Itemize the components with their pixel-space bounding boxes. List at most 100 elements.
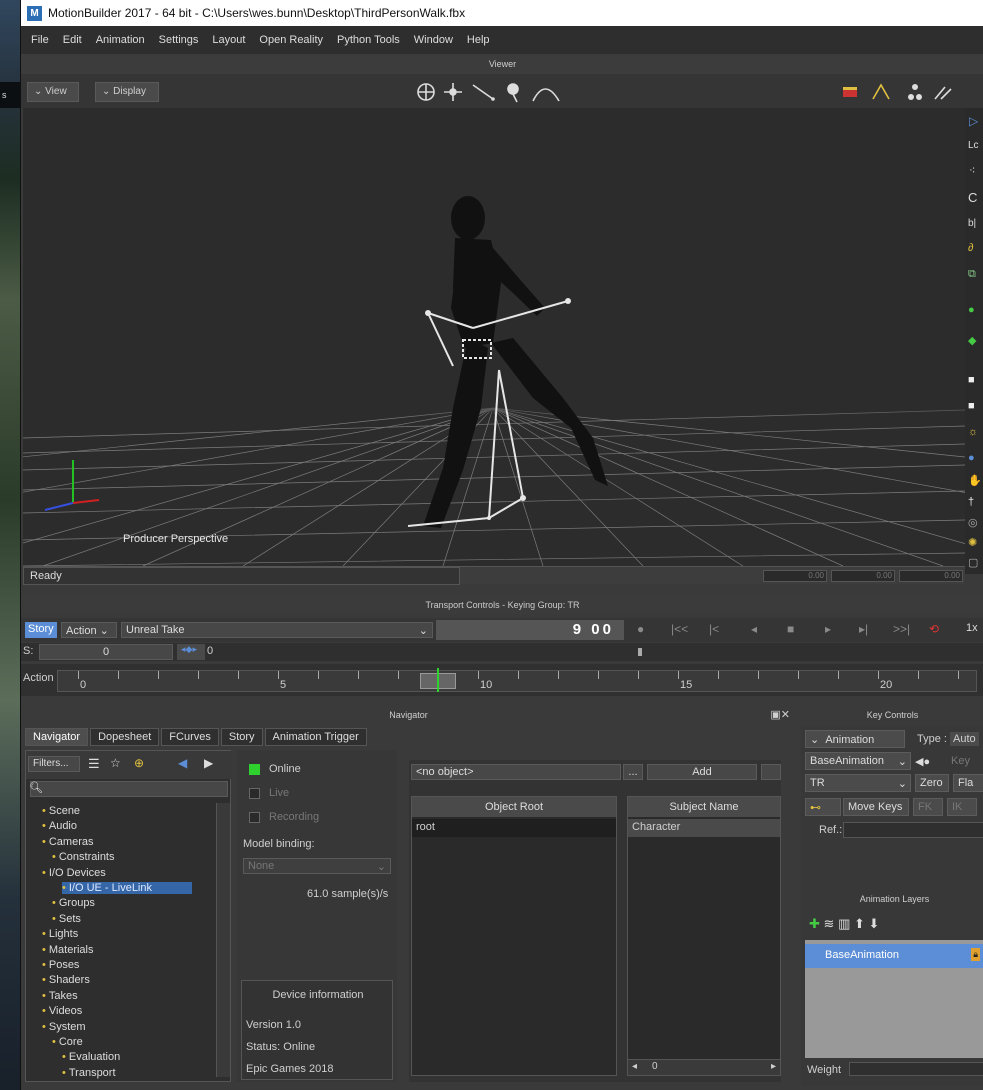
tab-navigator[interactable]: Navigator (25, 728, 89, 746)
tree-item[interactable]: • I/O UE - LiveLink (62, 882, 192, 894)
object-field[interactable]: <no object> (411, 764, 621, 780)
range-marker[interactable] (638, 648, 642, 656)
export-icon[interactable]: ⧉ (968, 268, 976, 281)
hand-icon[interactable]: ✋ (968, 474, 982, 487)
start-field[interactable]: 0 (39, 644, 173, 660)
tree-item[interactable]: • Groups (52, 897, 95, 909)
tree-search-input[interactable]: 🔍︎ (29, 781, 228, 797)
subject-name-header[interactable]: Subject Name (628, 797, 780, 817)
skeleton-icon[interactable]: † (968, 496, 974, 508)
tree-item[interactable]: • Materials (42, 944, 93, 956)
lock-icon[interactable]: ⊕ (134, 756, 144, 770)
object-root-header[interactable]: Object Root (412, 797, 616, 817)
close-icon[interactable]: ▣✕ (770, 706, 790, 724)
type-value[interactable]: Auto (950, 732, 979, 746)
step-back-icon[interactable]: ◂ (751, 622, 757, 636)
merge-layer-icon[interactable]: ≋ (824, 916, 835, 931)
menu-file[interactable]: File (31, 34, 49, 46)
zero-button[interactable]: Zero (915, 774, 949, 792)
loop-toggle-icon[interactable]: ◂◆▸ (177, 644, 205, 660)
timeline-ruler[interactable]: 0 5 10 15 20 (57, 668, 977, 692)
tree-item[interactable]: • Takes (42, 990, 78, 1002)
subject-scrollbar[interactable]: ◂ 0 ▸ (628, 1059, 780, 1075)
tab-dopesheet[interactable]: Dopesheet (90, 728, 160, 746)
bracket-icon[interactable]: b| (968, 218, 976, 229)
go-end-icon[interactable]: >>| (893, 622, 910, 636)
ik-button[interactable]: IK (947, 798, 977, 816)
animation-dropdown[interactable]: ⌄ Animation (805, 730, 905, 748)
loop-value[interactable]: 0 (207, 645, 213, 657)
sun-icon[interactable]: ✺ (968, 536, 977, 549)
extra-button[interactable] (761, 764, 781, 780)
group-dropdown[interactable]: TR ⌄ (805, 774, 911, 792)
back-icon[interactable]: ◀ (178, 756, 187, 770)
arrow-select-icon[interactable]: ▷ (969, 114, 978, 128)
tree-item[interactable]: • Core (52, 1036, 83, 1048)
tree-item[interactable]: • I/O Devices (42, 867, 106, 879)
tree-scrollbar[interactable] (216, 803, 230, 1077)
delete-layer-icon[interactable]: ▥ (838, 916, 850, 931)
prev-key-icon[interactable]: |< (709, 622, 719, 636)
tree-item[interactable]: • Sets (52, 913, 81, 925)
tree-item[interactable]: • Shaders (42, 974, 90, 986)
tab-animation-trigger[interactable]: Animation Trigger (264, 728, 367, 746)
label-icon[interactable]: Lc (968, 140, 979, 151)
current-frame-display[interactable]: 9 00 (436, 620, 624, 640)
time-field-1[interactable]: 0.00 (763, 570, 827, 582)
subject-row[interactable]: Character (628, 819, 780, 837)
tree-item[interactable]: • Evaluation (62, 1051, 120, 1063)
tree-item[interactable]: • Constraints (52, 851, 115, 863)
cube2-icon[interactable]: ■ (968, 400, 975, 412)
tree-item[interactable]: • System (42, 1021, 86, 1033)
globe-icon[interactable]: ● (968, 304, 975, 316)
filters-dropdown[interactable]: Filters... (28, 756, 80, 772)
tab-fcurves[interactable]: FCurves (161, 728, 219, 746)
online-checkbox[interactable] (249, 764, 260, 775)
time-field-2[interactable]: 0.00 (831, 570, 895, 582)
flat-button[interactable]: Fla (953, 774, 983, 792)
display-dropdown[interactable]: ⌄ Display (95, 82, 159, 102)
c-icon[interactable]: C (968, 190, 977, 205)
star-filter-icon[interactable]: ☆ (110, 756, 121, 770)
story-button[interactable]: Story (25, 622, 57, 638)
model-binding-dropdown[interactable]: None ⌄ (243, 858, 391, 874)
tree-item[interactable]: • Cameras (42, 836, 93, 848)
tree-item[interactable]: • Lights (42, 928, 78, 940)
key-tools[interactable] (841, 79, 961, 105)
list-icon[interactable]: ☰ (88, 756, 100, 772)
3d-viewport[interactable]: Producer Perspective (23, 108, 965, 566)
playhead[interactable] (420, 668, 456, 692)
view-dropdown[interactable]: ⌄ View (27, 82, 79, 102)
move-keys-toggle-icon[interactable]: ⊷ (805, 798, 841, 816)
tree-item[interactable]: • Transport (62, 1067, 116, 1079)
sphere-icon[interactable]: ● (968, 452, 975, 464)
menu-edit[interactable]: Edit (63, 34, 82, 46)
more-button[interactable]: ... (623, 764, 643, 780)
node-icon[interactable]: ◆ (968, 334, 976, 347)
menu-layout[interactable]: Layout (212, 34, 245, 46)
move-keys-button[interactable]: Move Keys (843, 798, 909, 816)
tree-item[interactable]: • Audio (42, 820, 77, 832)
base-animation-layer[interactable]: BaseAnimation 🔒︎ (805, 944, 983, 968)
time-field-3[interactable]: 0.00 (899, 570, 963, 582)
tab-story[interactable]: Story (220, 728, 263, 746)
move-up-icon[interactable]: ⬆ (854, 916, 865, 931)
manipulator-tools[interactable] (413, 79, 573, 105)
go-start-icon[interactable]: |<< (671, 622, 688, 636)
stop-icon[interactable]: ■ (787, 622, 794, 636)
menu-open-reality[interactable]: Open Reality (259, 34, 323, 46)
move-down-icon[interactable]: ⬇ (869, 916, 880, 931)
key-button[interactable]: Key (951, 755, 970, 767)
tree-item[interactable]: • Videos (42, 1005, 82, 1017)
frame-icon[interactable]: ▢ (968, 556, 978, 569)
layer-dropdown[interactable]: BaseAnimation ⌄ (805, 752, 911, 770)
add-layer-icon[interactable]: ✚ (809, 916, 820, 931)
menu-animation[interactable]: Animation (96, 34, 145, 46)
tree-item[interactable]: • Scene (42, 805, 80, 817)
menu-window[interactable]: Window (414, 34, 453, 46)
layer-lock-icon[interactable]: 🔒︎ (971, 948, 980, 961)
loop-icon[interactable]: ⟲ (929, 622, 939, 636)
next-key-icon[interactable]: ▸| (859, 622, 868, 636)
light-icon[interactable]: ☼ (968, 426, 978, 438)
speed-value[interactable]: 1x (966, 622, 978, 634)
